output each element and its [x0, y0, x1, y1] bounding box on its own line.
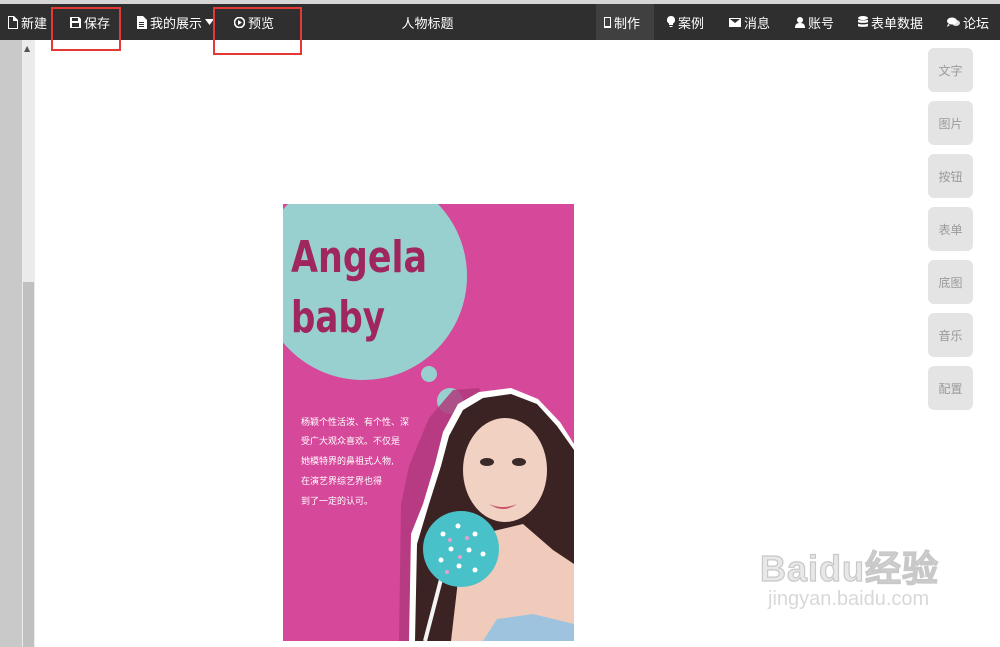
nav-make-label: 制作: [614, 16, 641, 32]
nav-forum-label: 论坛: [963, 16, 990, 32]
save-highlight-box: [51, 7, 121, 51]
document-icon: [137, 15, 147, 29]
nav-make[interactable]: 制作: [596, 4, 655, 40]
nav-forum[interactable]: 论坛: [947, 4, 989, 40]
poster-body-line: 她模特界的鼻祖式人物,: [301, 455, 394, 467]
nav-messages-label: 消息: [744, 16, 771, 32]
tool-background-button[interactable]: 底图: [928, 260, 973, 304]
new-label: 新建: [21, 16, 48, 32]
watermark-logo: Baidu经验: [759, 547, 940, 589]
tool-settings-button[interactable]: 配置: [928, 366, 973, 410]
nav-cases-label: 案例: [678, 16, 705, 32]
poster-lollipop: [423, 511, 499, 587]
poster-small-bubble: [421, 366, 437, 382]
scrollbar-thumb[interactable]: [23, 282, 34, 647]
my-show-label: 我的展示: [150, 16, 203, 32]
preview-highlight-box: [213, 7, 302, 55]
nav-cases[interactable]: 案例: [667, 4, 704, 40]
poster-eye-left: [480, 458, 494, 466]
top-toolbar: 新建 保存 我的展示 预览 人物标题 制作 案例 消息 账号 表单数据 论坛: [0, 4, 1000, 40]
page-title: 人物标题: [401, 16, 454, 32]
poster-canvas[interactable]: Angela baby 杨颖个性活泼、有个性、深 受广大观众喜欢。不仅是 她模特…: [283, 204, 574, 641]
tool-text-button[interactable]: 文字: [928, 48, 973, 92]
nav-form-data[interactable]: 表单数据: [858, 4, 923, 40]
user-icon: [795, 16, 805, 28]
scroll-up-arrow-icon[interactable]: ▲: [24, 44, 30, 53]
poster-body-line: 在演艺界综艺界也得: [301, 475, 382, 487]
tool-button-button[interactable]: 按钮: [928, 154, 973, 198]
tool-music-button[interactable]: 音乐: [928, 313, 973, 357]
tool-form-button[interactable]: 表单: [928, 207, 973, 251]
poster-body-line: 受广大观众喜欢。不仅是: [301, 435, 400, 447]
poster-body-line: 到了一定的认可。: [301, 495, 373, 507]
new-button[interactable]: 新建: [7, 4, 47, 40]
side-toolbox: 文字 图片 按钮 表单 底图 音乐 配置: [928, 48, 973, 419]
database-icon: [858, 16, 868, 27]
poster-artwork: Angela baby 杨颖个性活泼、有个性、深 受广大观众喜欢。不仅是 她模特…: [283, 204, 574, 641]
nav-messages[interactable]: 消息: [729, 4, 770, 40]
poster-eye-right: [512, 458, 526, 466]
nav-account[interactable]: 账号: [795, 4, 834, 40]
my-show-dropdown[interactable]: 我的展示: [136, 4, 215, 40]
nav-form-data-label: 表单数据: [871, 16, 924, 32]
chat-bubbles-icon: [947, 17, 960, 27]
poster-face: [463, 418, 547, 522]
watermark-url: jingyan.baidu.com: [768, 588, 930, 610]
nav-account-label: 账号: [808, 16, 835, 32]
tool-image-button[interactable]: 图片: [928, 101, 973, 145]
poster-headline-line2: baby: [291, 292, 385, 343]
poster-body-line: 杨颖个性活泼、有个性、深: [301, 416, 409, 428]
file-icon: [8, 15, 18, 29]
mobile-icon: [604, 16, 611, 28]
poster-headline-line1: Angela: [291, 232, 427, 283]
baidu-watermark: Baidu经验 jingyan.baidu.com: [759, 540, 940, 611]
lightbulb-icon: [667, 16, 675, 27]
left-panel: [0, 40, 22, 647]
envelope-icon: [729, 17, 741, 27]
